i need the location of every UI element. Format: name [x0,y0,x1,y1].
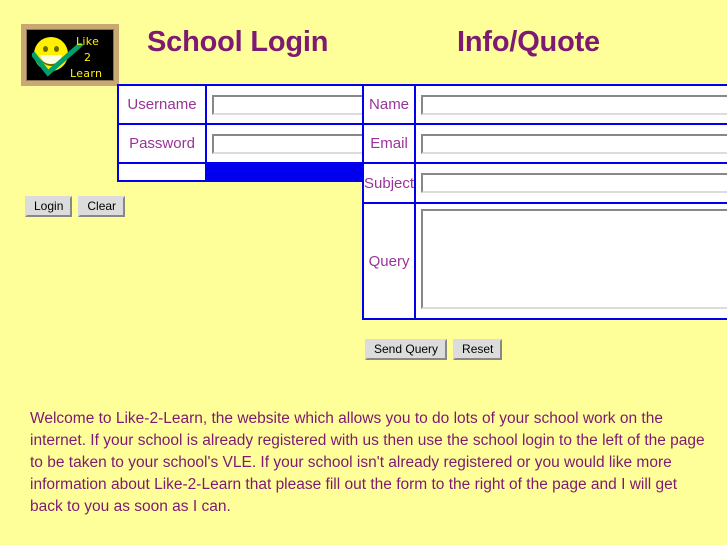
info-button-group: Send Query Reset [365,339,503,360]
name-field-cell [416,86,727,123]
username-field-cell [207,86,379,123]
table-row-spacer [119,164,379,180]
logo-text-line3: Learn [70,67,103,80]
send-query-button[interactable]: Send Query [365,339,448,360]
school-login-table: Username Password [117,84,381,182]
query-label: Query [364,204,415,318]
site-logo: Like 2 Learn [21,24,119,86]
username-input[interactable] [212,94,372,115]
login-spacer-cell-right [207,164,379,180]
table-row: Email [364,125,727,162]
email-input[interactable] [421,133,727,154]
name-label: Name [364,86,415,123]
name-input[interactable] [421,94,727,115]
logo-text-line2: 2 [84,51,92,64]
school-login-heading: School Login [147,26,329,58]
page-header: Like 2 Learn School Login Info/Quote [0,0,727,86]
login-button[interactable]: Login [25,196,73,217]
query-field-cell [416,204,727,318]
info-quote-table: Name Email Subject Query [362,84,727,320]
password-input[interactable] [212,133,372,154]
logo-text-line1: Like [76,35,100,48]
email-field-cell [416,125,727,162]
info-quote-heading: Info/Quote [457,26,600,58]
table-row: Username [119,86,379,123]
subject-label: Subject [364,164,415,202]
login-button-group: Login Clear [25,196,126,217]
query-textarea[interactable] [421,208,727,309]
table-row: Password [119,125,379,162]
username-label: Username [119,86,205,123]
password-field-cell [207,125,379,162]
welcome-paragraph: Welcome to Like-2-Learn, the website whi… [30,409,705,515]
subject-input[interactable] [421,173,727,193]
table-row: Subject [364,164,727,202]
password-label: Password [119,125,205,162]
table-row: Query [364,204,727,318]
reset-button[interactable]: Reset [453,339,503,360]
login-spacer-cell-left [119,164,205,180]
email-label: Email [364,125,415,162]
subject-field-cell [416,164,727,202]
table-row: Name [364,86,727,123]
clear-button[interactable]: Clear [78,196,126,217]
